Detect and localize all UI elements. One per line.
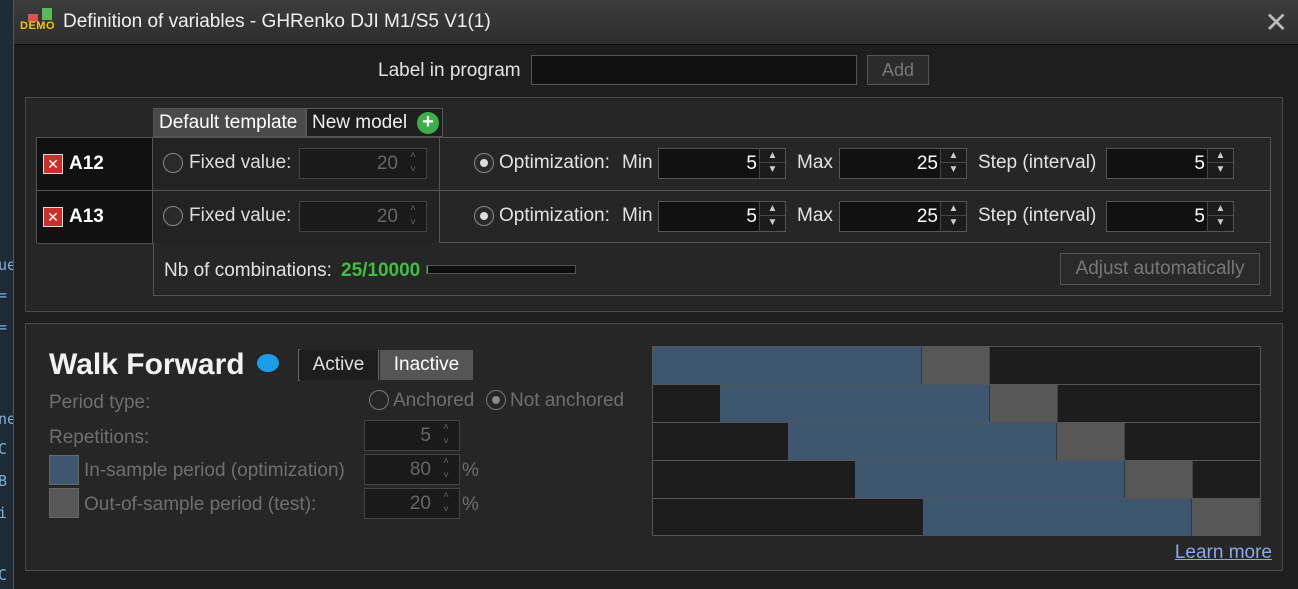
walk-forward-diagram: [652, 346, 1261, 536]
active-option[interactable]: Active: [299, 350, 379, 380]
in-sample-bar: [923, 499, 1192, 536]
combinations-value: 25/10000: [341, 260, 421, 281]
period-type-label: Period type:: [49, 392, 151, 413]
wf-diagram-row: [653, 423, 1260, 461]
combinations-label: Nb of combinations:: [164, 260, 332, 281]
step-label: Step (interval): [978, 152, 1097, 173]
fixed-value-group: Fixed value: 20 ˄ ˅: [153, 138, 440, 190]
window-title: Definition of variables - GHRenko DJI M1…: [63, 11, 491, 32]
min-stepper[interactable]: 5 ▲ ▼: [658, 148, 786, 179]
fixed-value-stepper[interactable]: 20 ˄ ˅: [299, 201, 427, 232]
in-sample-stepper[interactable]: 80 ˄ ˅: [364, 454, 460, 485]
variable-name: A13: [69, 206, 104, 227]
wf-diagram-row: [653, 499, 1260, 537]
out-sample-bar: [990, 385, 1058, 422]
wf-diagram-row: [653, 461, 1260, 499]
step-stepper[interactable]: 5 ▲ ▼: [1106, 201, 1234, 232]
bg-code-fragment: ne: [0, 410, 14, 428]
not-anchored-radio[interactable]: [486, 390, 506, 410]
anchored-radio[interactable]: [369, 390, 389, 410]
fixed-value-label: Fixed value:: [189, 152, 292, 173]
min-label: Min: [622, 152, 653, 173]
walk-forward-toggle: Active Inactive: [298, 349, 473, 381]
anchored-label: Anchored: [393, 390, 475, 411]
step-stepper[interactable]: 5 ▲ ▼: [1106, 148, 1234, 179]
fixed-value-stepper[interactable]: 20 ˄ ˅: [299, 148, 427, 179]
repetitions-stepper[interactable]: 5 ˄ ˅: [364, 420, 460, 451]
title-bar[interactable]: DEMO Definition of variables - GHRenko D…: [14, 0, 1298, 45]
bg-code-fragment: B: [0, 472, 8, 490]
variable-row: ✕ A12 Fixed value: 20 ˄ ˅ Optimization: M…: [37, 138, 1270, 191]
add-button[interactable]: Add: [867, 55, 929, 85]
max-stepper[interactable]: 25 ▲ ▼: [839, 201, 967, 232]
fixed-value-label: Fixed value:: [189, 205, 292, 226]
fixed-value-radio[interactable]: [163, 206, 183, 226]
variable-name-cell: ✕ A12: [37, 138, 153, 190]
optimization-radio[interactable]: [474, 153, 494, 173]
out-sample-bar: [922, 347, 990, 384]
learn-more-link[interactable]: Learn more: [1175, 542, 1272, 564]
repetitions-label: Repetitions:: [49, 427, 150, 448]
out-sample-bar: [1192, 499, 1260, 536]
min-label: Min: [622, 205, 653, 226]
out-sample-color-swatch: [49, 488, 79, 518]
out-sample-bar: [1057, 423, 1125, 460]
optimization-radio[interactable]: [474, 206, 494, 226]
walk-forward-panel: Walk Forward Active Inactive Period type…: [25, 323, 1283, 571]
out-sample-label: Out-of-sample period (test):: [84, 494, 317, 515]
adjust-automatically-button[interactable]: Adjust automatically: [1060, 253, 1260, 285]
tab-default-template[interactable]: Default template: [153, 108, 306, 137]
in-sample-bar: [855, 461, 1125, 498]
max-label: Max: [797, 152, 833, 173]
optimization-label: Optimization:: [499, 152, 610, 173]
in-sample-bar: [653, 347, 922, 384]
fixed-value-group: Fixed value: 20 ˄ ˅: [153, 191, 440, 243]
variable-name-cell: ✕ A13: [37, 191, 153, 243]
max-label: Max: [797, 205, 833, 226]
variable-name: A12: [69, 153, 104, 174]
bg-code-fragment: =: [0, 286, 8, 304]
inactive-option[interactable]: Inactive: [380, 350, 473, 380]
wf-diagram-row: [653, 347, 1260, 385]
out-sample-bar: [1125, 461, 1193, 498]
bg-code-fragment: C: [0, 440, 8, 458]
optimization-label: Optimization:: [499, 205, 610, 226]
label-row: Label in program Add: [14, 55, 1298, 87]
bg-code-fragment: ue: [0, 256, 14, 274]
in-sample-color-swatch: [49, 455, 79, 485]
in-sample-label: In-sample period (optimization): [84, 460, 345, 481]
bg-code-fragment: i: [0, 504, 8, 522]
variable-row: ✕ A13 Fixed value: 20 ˄ ˅ Optimization: M…: [37, 191, 1270, 244]
in-sample-bar: [720, 385, 990, 422]
wf-diagram-row: [653, 385, 1260, 423]
walk-forward-title: Walk Forward: [49, 348, 245, 381]
label-in-program-label: Label in program: [378, 60, 521, 81]
label-in-program-input[interactable]: [531, 55, 857, 85]
variables-panel: Default template New model + ✕ A12 Fixed…: [25, 97, 1283, 312]
in-sample-bar: [788, 423, 1057, 460]
background-code-strip: ue = = ne C B i C: [0, 0, 14, 589]
remove-variable-icon[interactable]: ✕: [43, 154, 63, 174]
bg-code-fragment: =: [0, 318, 8, 336]
out-sample-percent: %: [462, 494, 479, 515]
bg-code-fragment: C: [0, 566, 8, 584]
remove-variable-icon[interactable]: ✕: [43, 207, 63, 227]
help-bubble-icon[interactable]: [257, 354, 279, 372]
add-model-plus-icon[interactable]: +: [417, 112, 439, 134]
combinations-row: Nb of combinations: 25/10000 Adjust auto…: [153, 243, 1271, 296]
close-icon[interactable]: ✕: [1265, 6, 1288, 39]
tab-new-model[interactable]: New model +: [306, 108, 443, 137]
tab-new-model-label: New model: [312, 112, 408, 133]
min-stepper[interactable]: 5 ▲ ▼: [658, 201, 786, 232]
in-sample-percent: %: [462, 460, 479, 481]
step-label: Step (interval): [978, 205, 1097, 226]
variables-dialog: DEMO Definition of variables - GHRenko D…: [13, 0, 1298, 589]
out-sample-stepper[interactable]: 20 ˄ ˅: [364, 488, 460, 519]
not-anchored-label: Not anchored: [510, 390, 625, 411]
max-stepper[interactable]: 25 ▲ ▼: [839, 148, 967, 179]
fixed-value-radio[interactable]: [163, 153, 183, 173]
variables-grid: ✕ A12 Fixed value: 20 ˄ ˅ Optimization: M…: [36, 137, 1271, 244]
demo-badge-icon: DEMO: [20, 8, 60, 34]
combinations-progress-bar: [426, 265, 576, 274]
